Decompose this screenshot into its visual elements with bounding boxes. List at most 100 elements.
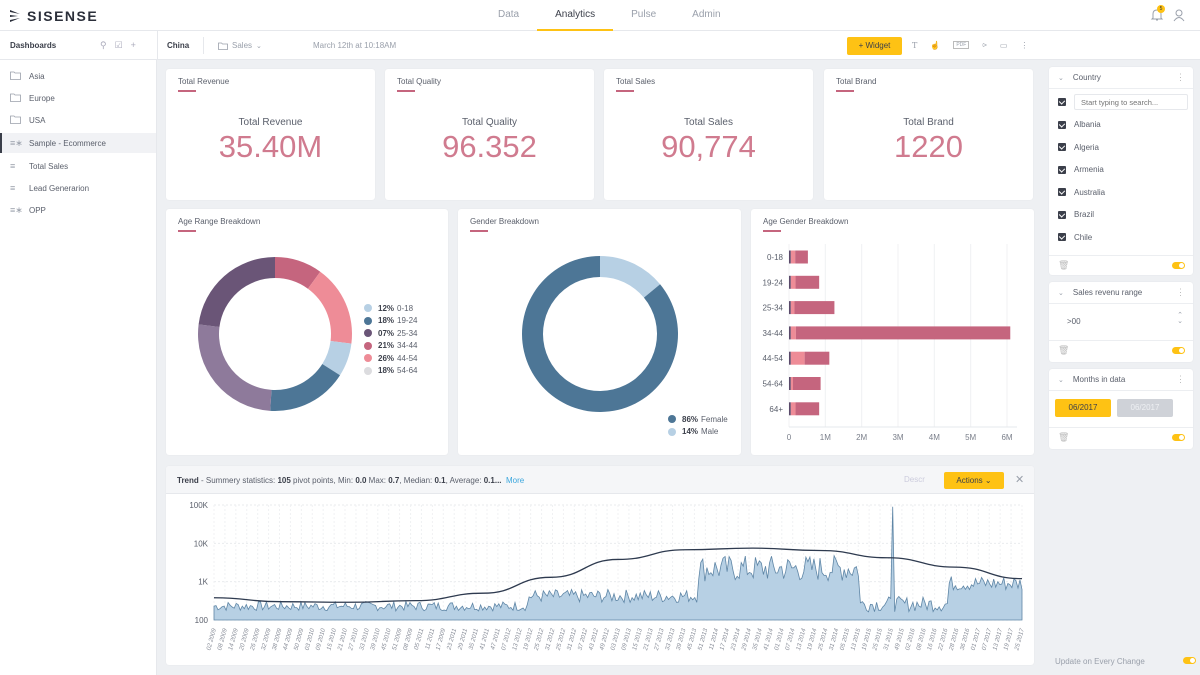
nav-pulse[interactable]: Pulse <box>613 0 674 31</box>
sidebar-item[interactable]: ≡∗ Sample - Ecommerce <box>0 133 156 153</box>
more-link[interactable]: More <box>506 476 524 485</box>
donut-slice-25-34[interactable] <box>198 257 275 327</box>
more-vertical-icon[interactable]: ⋮ <box>1020 41 1028 50</box>
filter-header[interactable]: ⌄ Sales revenu range ⋮ <box>1049 282 1193 304</box>
touch-icon[interactable]: ☝ <box>930 41 940 50</box>
trash-icon[interactable]: 🗑 <box>1058 260 1069 271</box>
legend-item[interactable]: 21% 34-44 <box>364 340 417 353</box>
country-option[interactable]: Brazil <box>1049 204 1193 227</box>
country-option[interactable]: Armenia <box>1049 159 1193 182</box>
bar-segment[interactable] <box>790 402 796 416</box>
logo[interactable]: SISENSE <box>10 8 98 24</box>
nav-admin[interactable]: Admin <box>674 0 738 31</box>
legend-item[interactable]: 07% 25-34 <box>364 327 417 340</box>
sidebar-item[interactable]: ≡ Lead Generarion <box>0 178 156 198</box>
folder-dropdown[interactable]: Sales ⌄ <box>218 41 262 50</box>
legend-item[interactable]: 12% 0-18 <box>364 302 417 315</box>
legend-item[interactable]: 18% 19-24 <box>364 315 417 328</box>
dashboards-sidebar: Asia Europe USA ≡∗ Sample - Ecommerce ≡ Total … <box>0 60 157 675</box>
checkbox[interactable] <box>1058 233 1066 242</box>
sidebar-item[interactable]: Europe <box>0 88 156 108</box>
more-vertical-icon[interactable]: ⋮ <box>1176 287 1185 298</box>
checkbox[interactable] <box>1058 188 1066 197</box>
country-option[interactable]: Australia <box>1049 181 1193 204</box>
bar-segment[interactable] <box>789 275 791 289</box>
bar-segment[interactable] <box>795 402 820 416</box>
bar-segment[interactable] <box>790 275 796 289</box>
add-widget-button[interactable]: + Widget <box>847 37 902 55</box>
age-gender-widget: Age Gender Breakdown 0 1M 2M 3M 4M 5M 6M 0-18 19… <box>751 209 1034 455</box>
bar-segment[interactable] <box>789 377 791 390</box>
filter-toggle[interactable] <box>1172 434 1185 441</box>
bar-segment[interactable] <box>789 250 791 264</box>
country-option[interactable]: Chile <box>1049 226 1193 249</box>
bar-segment[interactable] <box>794 301 835 315</box>
checkbox[interactable] <box>1058 143 1066 152</box>
plus-icon[interactable]: + <box>131 40 136 51</box>
bar-segment[interactable] <box>790 326 796 340</box>
more-vertical-icon[interactable]: ⋮ <box>1176 374 1185 385</box>
checkbox[interactable] <box>1058 210 1066 219</box>
bar-segment[interactable] <box>790 301 795 315</box>
kpi-card[interactable]: Total Revenue Total Revenue 35.40M <box>166 69 375 200</box>
sidebar-item[interactable]: ≡ Total Sales <box>0 156 156 176</box>
bar-segment[interactable] <box>795 275 820 289</box>
sidebar-item[interactable]: Asia <box>0 66 156 86</box>
bar-segment[interactable] <box>795 326 1011 340</box>
bar-segment[interactable] <box>789 301 791 315</box>
checkbox[interactable] <box>1058 120 1066 129</box>
actions-button[interactable]: Actions ⌄ <box>944 472 1004 489</box>
notifications-button[interactable]: 5 <box>1150 5 1165 22</box>
bar-segment[interactable] <box>804 351 830 365</box>
kpi-card[interactable]: Total Brand Total Brand 1220 <box>824 69 1033 200</box>
close-icon[interactable]: ✕ <box>1015 473 1024 486</box>
summary-text: , Average: <box>445 476 484 485</box>
bar-segment[interactable] <box>789 402 791 416</box>
month-to-button[interactable]: 06/2017 <box>1117 399 1173 417</box>
checkbox[interactable] <box>1058 165 1066 174</box>
monitor-icon[interactable]: ▭ <box>1000 41 1008 50</box>
nav-data[interactable]: Data <box>480 0 537 31</box>
legend-item[interactable]: 26% 44-54 <box>364 352 417 365</box>
filter-toggle[interactable] <box>1172 262 1185 269</box>
sidebar-item[interactable]: USA <box>0 110 156 130</box>
bar-segment[interactable] <box>795 250 808 264</box>
bar-segment[interactable] <box>790 377 793 390</box>
bar-segment[interactable] <box>790 351 805 365</box>
country-search-input[interactable] <box>1074 94 1188 111</box>
filter-header[interactable]: ⌄ Months in data ⋮ <box>1049 369 1193 391</box>
bar-segment[interactable] <box>789 326 791 340</box>
bar-segment[interactable] <box>792 377 821 390</box>
kpi-card[interactable]: Total Quality Total Quality 96.352 <box>385 69 594 200</box>
donut-slice-Male[interactable] <box>600 256 661 298</box>
donut-slice-19-24[interactable] <box>270 364 341 411</box>
month-from-button[interactable]: 06/2017 <box>1055 399 1111 417</box>
donut-slice-54-64[interactable] <box>198 324 272 411</box>
update-on-change-toggle[interactable] <box>1183 657 1196 664</box>
donut-slice-44-54[interactable] <box>307 271 352 344</box>
kpi-card[interactable]: Total Sales Total Sales 90,774 <box>604 69 813 200</box>
search-icon[interactable]: ⚲ <box>100 40 107 51</box>
pdf-icon[interactable]: PDF <box>953 41 970 49</box>
sidebar-item[interactable]: ≡∗ OPP <box>0 200 156 220</box>
filter-header[interactable]: ⌄ Country ⋮ <box>1049 67 1193 89</box>
bar-segment[interactable] <box>790 250 796 264</box>
country-option[interactable]: Algeria <box>1049 136 1193 159</box>
stepper-icon[interactable]: ⌃ ⌄ <box>1177 312 1183 325</box>
country-option[interactable]: Albania <box>1049 114 1193 137</box>
more-vertical-icon[interactable]: ⋮ <box>1176 72 1185 83</box>
select-all-checkbox[interactable] <box>1058 98 1066 107</box>
legend-item[interactable]: 18% 54-64 <box>364 365 417 378</box>
user-icon[interactable] <box>1172 8 1186 22</box>
text-icon[interactable]: T <box>912 41 917 50</box>
checklist-icon[interactable]: ☑ <box>115 40 123 51</box>
trash-icon[interactable]: 🗑 <box>1058 345 1069 356</box>
nav-analytics[interactable]: Analytics <box>537 0 614 31</box>
trash-icon[interactable]: 🗑 <box>1058 432 1069 443</box>
bar-segment[interactable] <box>789 351 791 365</box>
filter-toggle[interactable] <box>1172 347 1185 354</box>
legend-item[interactable]: 86% Female <box>668 413 728 426</box>
share-icon[interactable]: ⪧ <box>982 40 987 50</box>
range-value[interactable]: >00 <box>1067 317 1081 326</box>
legend-item[interactable]: 14% Male <box>668 426 728 439</box>
